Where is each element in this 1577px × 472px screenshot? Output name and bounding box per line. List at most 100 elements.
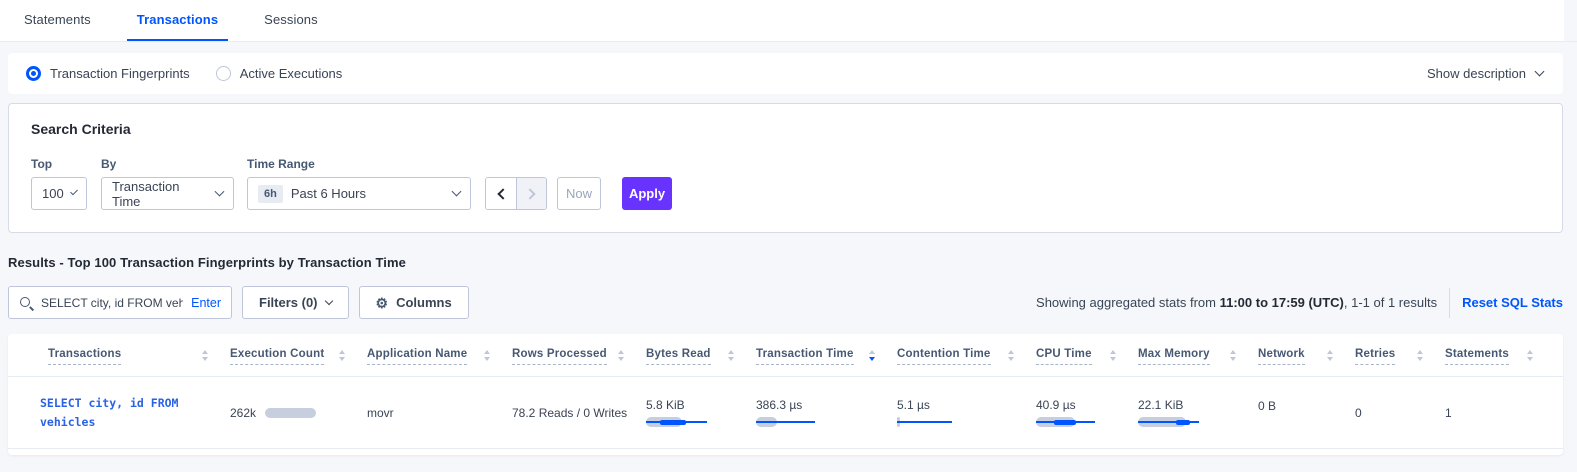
- sort-arrows-icon[interactable]: [728, 348, 734, 361]
- sort-arrows-icon[interactable]: [1230, 348, 1236, 361]
- cell-cpu-time: 40.9 µs: [1036, 398, 1138, 427]
- time-window-nav: [485, 177, 547, 210]
- cell-execution-count: 262k: [230, 406, 367, 420]
- cell-network: 0 B: [1258, 385, 1355, 413]
- cell-bytes-read: 5.8 KiB: [646, 398, 756, 427]
- column-header-contention-time[interactable]: Contention Time: [897, 348, 1036, 376]
- chevron-down-icon: [452, 187, 462, 197]
- results-controls-row: Enter Filters (0) ⚙ Columns Showing aggr…: [8, 286, 1563, 319]
- chevron-down-icon: [70, 188, 78, 196]
- column-header-transactions[interactable]: Transactions: [8, 348, 230, 376]
- by-field: By Transaction Time: [101, 157, 234, 210]
- sort-arrows-icon[interactable]: [202, 348, 208, 361]
- table-row: SELECT city, id FROMvehicles 262k movr 7…: [8, 377, 1563, 449]
- search-box[interactable]: Enter: [8, 286, 232, 319]
- cell-transaction-time: 386.3 µs: [756, 398, 897, 427]
- previous-time-window-button[interactable]: [486, 178, 516, 209]
- cpu-time-bar: [1036, 417, 1095, 427]
- cell-retries: 0: [1355, 405, 1445, 420]
- columns-button[interactable]: ⚙ Columns: [359, 286, 469, 319]
- cell-statements: 1: [1445, 405, 1555, 420]
- results-heading: Results - Top 100 Transaction Fingerprin…: [8, 255, 1563, 270]
- max-memory-bar: [1138, 417, 1199, 427]
- page-content: Transaction Fingerprints Active Executio…: [0, 42, 1577, 455]
- top-select[interactable]: 100: [31, 177, 87, 210]
- stats-time-range: 11:00 to 17:59 (UTC): [1220, 295, 1344, 310]
- cell-rows-processed: 78.2 Reads / 0 Writes: [512, 405, 646, 420]
- filters-label: Filters (0): [259, 295, 318, 310]
- chevron-down-icon: [215, 187, 225, 197]
- sort-arrows-icon[interactable]: [339, 348, 345, 361]
- cell-contention-time: 5.1 µs: [897, 398, 1036, 427]
- divider: [1449, 288, 1450, 318]
- chevron-left-icon: [497, 188, 508, 199]
- radio-unselected-icon: [216, 66, 231, 81]
- scrollbar-track: [1564, 0, 1577, 41]
- column-header-statements[interactable]: Statements: [1445, 348, 1555, 376]
- radio-label: Active Executions: [240, 66, 343, 81]
- time-range-badge: 6h: [258, 185, 283, 203]
- sort-arrows-icon[interactable]: [1008, 348, 1014, 361]
- radio-transaction-fingerprints[interactable]: Transaction Fingerprints: [26, 66, 190, 81]
- sort-arrows-icon[interactable]: [618, 348, 624, 361]
- column-header-network[interactable]: Network: [1258, 348, 1355, 376]
- column-header-cpu-time[interactable]: CPU Time: [1036, 348, 1138, 376]
- radio-active-executions[interactable]: Active Executions: [216, 66, 343, 81]
- radio-selected-icon: [26, 66, 41, 81]
- time-range-field: Time Range 6h Past 6 Hours: [247, 157, 471, 210]
- transaction-fingerprint-link[interactable]: SELECT city, id FROMvehicles: [40, 394, 230, 432]
- cell-transaction-fingerprint: SELECT city, id FROMvehicles: [8, 394, 230, 432]
- show-description-toggle[interactable]: Show description: [1427, 66, 1543, 81]
- sort-arrows-icon[interactable]: [1417, 348, 1423, 361]
- show-description-label: Show description: [1427, 66, 1526, 81]
- tab-sessions[interactable]: Sessions: [254, 0, 328, 41]
- chevron-down-icon: [1535, 67, 1545, 77]
- top-label: Top: [31, 157, 87, 171]
- view-toggle-group: Transaction Fingerprints Active Executio…: [26, 66, 342, 81]
- column-header-application-name[interactable]: Application Name: [367, 348, 512, 376]
- view-toggle-panel: Transaction Fingerprints Active Executio…: [8, 53, 1563, 94]
- by-select-value: Transaction Time: [112, 179, 208, 209]
- column-header-retries[interactable]: Retries: [1355, 348, 1445, 376]
- search-criteria-panel: Search Criteria Top 100 By Transaction T…: [8, 103, 1563, 233]
- search-criteria-title: Search Criteria: [31, 121, 1538, 137]
- transactions-table: Transactions Execution Count Application…: [8, 334, 1563, 455]
- tab-statements[interactable]: Statements: [14, 0, 101, 41]
- reset-sql-stats-link[interactable]: Reset SQL Stats: [1462, 295, 1563, 310]
- sort-arrows-icon[interactable]: [484, 348, 490, 361]
- time-range-value: Past 6 Hours: [291, 186, 366, 201]
- now-button[interactable]: Now: [557, 177, 601, 210]
- chevron-down-icon: [324, 297, 332, 305]
- columns-label: Columns: [396, 295, 452, 310]
- gear-icon: ⚙: [376, 296, 389, 310]
- time-range-select[interactable]: 6h Past 6 Hours: [247, 177, 471, 210]
- filters-button[interactable]: Filters (0): [242, 286, 349, 319]
- search-icon: [19, 296, 33, 310]
- sort-arrows-icon[interactable]: [1110, 348, 1116, 361]
- search-enter-hint: Enter: [191, 296, 221, 310]
- radio-label: Transaction Fingerprints: [50, 66, 190, 81]
- sql-activity-tabbar: Statements Transactions Sessions: [0, 0, 1577, 42]
- column-header-max-memory[interactable]: Max Memory: [1138, 348, 1258, 376]
- search-input[interactable]: [41, 296, 183, 310]
- aggregated-stats-text: Showing aggregated stats from 11:00 to 1…: [1036, 295, 1437, 310]
- column-header-rows-processed[interactable]: Rows Processed: [512, 348, 646, 376]
- sort-arrows-icon[interactable]: [1327, 348, 1333, 361]
- column-header-transaction-time[interactable]: Transaction Time: [756, 348, 897, 376]
- bytes-read-bar: [646, 417, 707, 427]
- table-header-row: Transactions Execution Count Application…: [8, 334, 1563, 377]
- apply-button[interactable]: Apply: [622, 177, 672, 210]
- cell-max-memory: 22.1 KiB: [1138, 398, 1258, 427]
- top-field: Top 100: [31, 157, 87, 210]
- execution-count-bar: [265, 408, 316, 418]
- cell-application-name: movr: [367, 405, 512, 420]
- tab-transactions[interactable]: Transactions: [127, 0, 228, 41]
- sort-arrows-icon[interactable]: [869, 348, 875, 361]
- next-time-window-button[interactable]: [516, 178, 546, 209]
- by-select[interactable]: Transaction Time: [101, 177, 234, 210]
- column-header-bytes-read[interactable]: Bytes Read: [646, 348, 756, 376]
- sort-arrows-icon[interactable]: [1527, 348, 1533, 361]
- column-header-execution-count[interactable]: Execution Count: [230, 348, 367, 376]
- chevron-right-icon: [524, 188, 535, 199]
- transaction-time-bar: [756, 417, 815, 427]
